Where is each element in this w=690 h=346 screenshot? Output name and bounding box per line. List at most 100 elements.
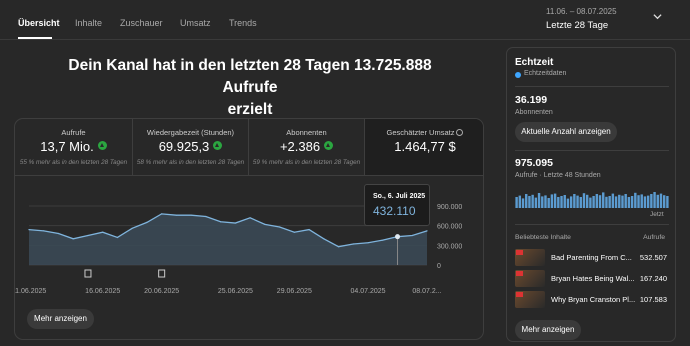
realtime-bar xyxy=(531,194,534,208)
metric-revenue[interactable]: Geschätzter Umsatz 1.464,77 $ xyxy=(365,119,483,175)
live-dot-icon xyxy=(515,72,521,78)
realtime-bar xyxy=(569,196,573,208)
realtime-bar xyxy=(614,196,618,208)
data-point xyxy=(352,243,354,245)
realtime-bar xyxy=(659,193,663,208)
realtime-bar xyxy=(579,197,582,208)
subscriber-label: Abonnenten xyxy=(515,109,553,116)
views-48h-label: Aufrufe · Letzte 48 Stunden xyxy=(515,172,601,179)
data-point xyxy=(249,217,251,219)
realtime-bar xyxy=(602,192,605,208)
realtime-bar xyxy=(627,197,631,208)
metric-value: 1.464,77 $ xyxy=(394,139,456,154)
realtime-bar xyxy=(624,194,627,208)
hover-point xyxy=(395,234,401,240)
x-tick-label: 29.06.2025 xyxy=(277,288,312,295)
data-point xyxy=(308,229,310,231)
tab-revenue[interactable]: Umsatz xyxy=(180,18,211,28)
realtime-bar-chart xyxy=(515,192,669,208)
data-point xyxy=(161,213,163,215)
realtime-bar xyxy=(611,193,615,208)
metric-subscribers[interactable]: Abonnenten +2.386 59 % mehr als in den l… xyxy=(249,119,365,175)
tab-trends[interactable]: Trends xyxy=(229,18,257,28)
realtime-bar xyxy=(630,196,634,208)
realtime-bar xyxy=(550,194,554,208)
video-views: 107.583 xyxy=(639,295,667,304)
metric-label: Abonnenten xyxy=(286,128,327,137)
realtime-bar xyxy=(595,194,599,208)
realtime-bar xyxy=(656,194,659,208)
video-views: 167.240 xyxy=(639,274,667,283)
data-point xyxy=(87,234,89,237)
metric-label: Aufrufe xyxy=(61,128,86,137)
realtime-bar xyxy=(650,194,653,208)
realtime-bar xyxy=(621,195,624,208)
y-tick-label: 600.000 xyxy=(437,224,462,231)
realtime-title: Echtzeit xyxy=(515,57,554,68)
list-item[interactable]: Bryan Hates Being Wal... 167.240 xyxy=(515,270,669,288)
date-range-dates: 11.06. – 08.07.2025 xyxy=(546,7,617,16)
info-icon[interactable] xyxy=(456,129,464,136)
tooltip-date: So., 6. Juli 2025 xyxy=(373,193,426,200)
data-point xyxy=(220,221,222,223)
video-title: Bad Parenting From C... xyxy=(551,253,632,262)
metric-tabs: Aufrufe 13,7 Mio. 55 % mehr als in den l… xyxy=(15,119,483,175)
realtime-bar xyxy=(637,195,640,208)
y-tick-label: 300.000 xyxy=(437,243,462,250)
realtime-bar xyxy=(643,196,647,208)
video-thumbnail xyxy=(515,270,545,287)
video-views: 532.507 xyxy=(639,253,667,262)
metric-value: 69.925,3 xyxy=(133,139,248,154)
data-point xyxy=(175,214,178,216)
realtime-bar xyxy=(582,193,586,208)
realtime-bar xyxy=(563,195,566,208)
data-point xyxy=(264,223,266,225)
realtime-bar xyxy=(618,194,621,208)
metric-watchtime[interactable]: Wiedergabezeit (Stunden) 69.925,3 58 % m… xyxy=(133,119,249,175)
video-title: Bryan Hates Being Wal... xyxy=(551,274,635,283)
tooltip-value: 432.110 xyxy=(373,204,416,218)
date-range-selector[interactable]: 11.06. – 08.07.2025 Letzte 28 Tage xyxy=(546,7,617,31)
realtime-bar xyxy=(592,196,595,208)
video-thumbnail xyxy=(515,291,545,308)
realtime-bar xyxy=(605,196,608,208)
list-item[interactable]: Bad Parenting From C... 532.507 xyxy=(515,249,669,267)
realtime-bar xyxy=(553,193,557,208)
show-live-count-button[interactable]: Aktuelle Anzahl anzeigen xyxy=(515,122,617,142)
more-button[interactable]: Mehr anzeigen xyxy=(515,320,581,340)
realtime-bar xyxy=(525,194,528,208)
realtime-bar xyxy=(585,194,589,208)
realtime-bar xyxy=(547,198,550,208)
realtime-bar xyxy=(566,198,570,208)
data-point xyxy=(190,214,192,216)
video-thumbnail xyxy=(515,249,545,266)
more-button[interactable]: Mehr anzeigen xyxy=(27,309,94,329)
realtime-live-label: Echtzeitdaten xyxy=(524,70,567,77)
headline-line-1: Dein Kanal hat in den letzten 28 Tagen 1… xyxy=(68,57,432,96)
divider xyxy=(515,86,669,87)
realtime-bar xyxy=(634,192,637,208)
realtime-bar xyxy=(653,192,656,208)
data-point xyxy=(411,234,413,237)
metric-value: 13,7 Mio. xyxy=(15,139,132,154)
tab-content[interactable]: Inhalte xyxy=(75,18,102,28)
metric-comparison: 58 % mehr als in den letzten 28 Tagen xyxy=(136,159,245,166)
data-point xyxy=(131,227,133,229)
tab-overview[interactable]: Übersicht xyxy=(18,18,60,28)
list-item[interactable]: Why Bryan Cranston Pl... 107.583 xyxy=(515,291,669,309)
data-point xyxy=(293,231,295,233)
date-range-label: Letzte 28 Tage xyxy=(546,20,609,31)
arrow-up-icon xyxy=(324,141,334,150)
arrow-up-icon xyxy=(97,141,107,150)
page-title: Dein Kanal hat in den letzten 28 Tagen 1… xyxy=(40,55,460,121)
x-tick-label: 16.06.2025 xyxy=(85,288,120,295)
metric-views[interactable]: Aufrufe 13,7 Mio. 55 % mehr als in den l… xyxy=(15,119,133,175)
arrow-up-icon xyxy=(213,141,223,150)
active-tab-indicator xyxy=(18,37,52,39)
chevron-down-icon[interactable] xyxy=(653,12,662,21)
tab-audience[interactable]: Zuschauer xyxy=(120,18,163,28)
x-tick-label: 11.06.2025 xyxy=(15,288,46,295)
realtime-bar xyxy=(518,195,522,208)
divider xyxy=(515,224,669,225)
realtime-bar xyxy=(576,195,579,208)
